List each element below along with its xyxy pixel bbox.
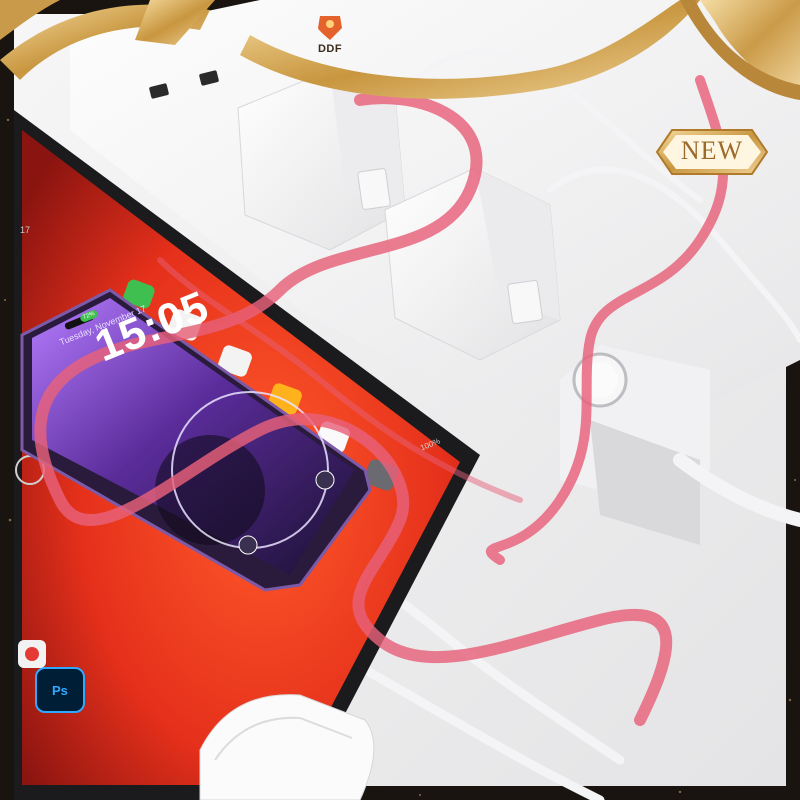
photo-scene [0,0,800,800]
flashlight-icon [238,535,258,555]
brand-name: DDF [317,43,343,55]
camera-shortcut-icon [315,470,335,490]
product-photo: 72% Tuesday, November 17 15:05 100% 17 P… [0,0,800,800]
new-badge-label: NEW [680,136,744,165]
tablet-time-fragment: 17 [20,225,31,235]
photoshop-app-label: Ps [52,683,68,698]
